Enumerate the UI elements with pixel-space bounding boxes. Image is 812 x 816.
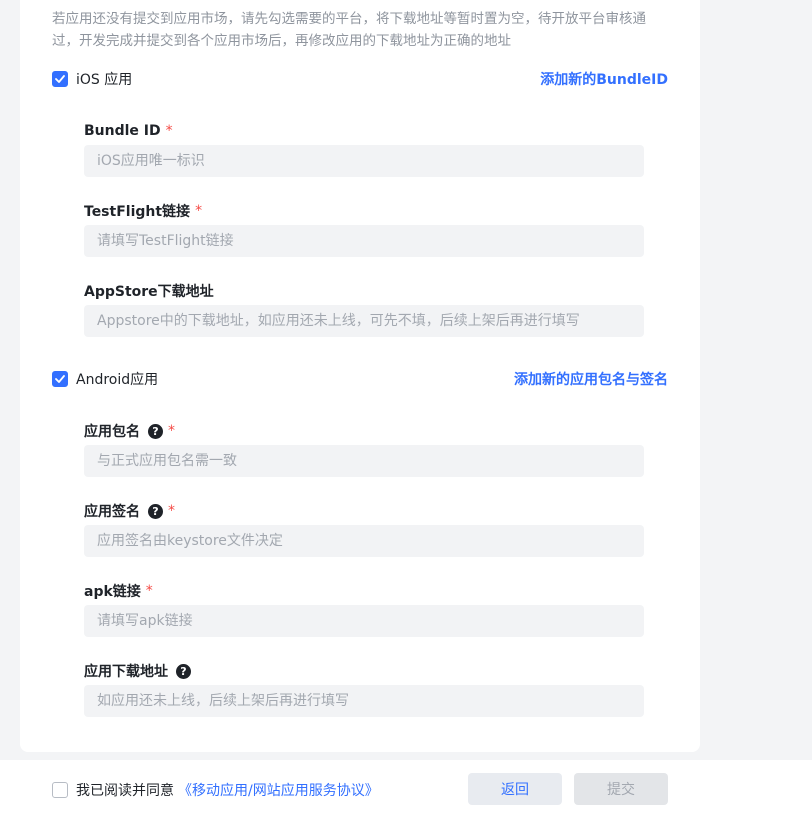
add-package-signature-link[interactable]: 添加新的应用包名与签名	[514, 369, 668, 389]
agreement-checkbox[interactable]	[52, 782, 68, 798]
appstore-url-label: AppStore下载地址	[84, 281, 214, 301]
android-download-url-label-text: 应用下载地址	[84, 664, 168, 680]
bundle-id-input[interactable]	[84, 145, 644, 177]
form-footer: 我已阅读并同意 《移动应用/网站应用服务协议》 返回 提交	[0, 760, 812, 816]
app-signature-label-text: 应用签名	[84, 504, 140, 520]
app-signature-label: 应用签名 ? *	[84, 501, 175, 521]
bundle-id-label: Bundle ID *	[84, 121, 173, 141]
required-mark: *	[145, 583, 153, 599]
check-icon	[55, 75, 65, 83]
service-agreement-link[interactable]: 《移动应用/网站应用服务协议》	[178, 780, 379, 800]
required-mark: *	[168, 423, 175, 439]
package-name-label-text: 应用包名	[84, 424, 140, 440]
add-bundle-id-link[interactable]: 添加新的BundleID	[540, 69, 668, 89]
question-circle-icon[interactable]: ?	[148, 423, 163, 439]
platform-hint: 若应用还没有提交到应用市场，请先勾选需要的平台，将下载地址等暂时置为空，待开放平…	[52, 11, 646, 49]
android-platform-row: Android应用 添加新的应用包名与签名	[52, 369, 668, 389]
appstore-url-label-text: AppStore下载地址	[84, 284, 214, 300]
android-checkbox[interactable]	[52, 371, 68, 387]
apk-link-label-text: apk链接	[84, 584, 141, 600]
question-circle-icon[interactable]: ?	[176, 663, 191, 679]
android-download-url-label: 应用下载地址 ?	[84, 661, 191, 681]
package-name-input[interactable]	[84, 445, 644, 477]
submit-button[interactable]: 提交	[574, 773, 668, 805]
app-signature-input[interactable]	[84, 525, 644, 557]
appstore-url-input[interactable]	[84, 305, 644, 337]
check-icon	[55, 375, 65, 383]
ios-platform-label: iOS 应用	[76, 72, 133, 88]
apk-link-input[interactable]	[84, 605, 644, 637]
bundle-id-label-text: Bundle ID	[84, 123, 161, 139]
required-mark: *	[165, 123, 173, 139]
android-download-url-input[interactable]	[84, 685, 644, 717]
required-mark: *	[168, 503, 175, 519]
android-platform-label: Android应用	[76, 372, 159, 388]
package-name-label: 应用包名 ? *	[84, 421, 175, 441]
testflight-label-text: TestFlight链接	[84, 204, 191, 220]
agreement-row: 我已阅读并同意 《移动应用/网站应用服务协议》	[52, 780, 379, 800]
question-circle-icon[interactable]: ?	[148, 503, 163, 519]
android-checkbox-wrap[interactable]: Android应用	[52, 369, 158, 389]
apk-link-label: apk链接 *	[84, 581, 153, 601]
ios-checkbox[interactable]	[52, 71, 68, 87]
testflight-label: TestFlight链接 *	[84, 201, 202, 221]
ios-checkbox-wrap[interactable]: iOS 应用	[52, 69, 132, 89]
agreement-text: 我已阅读并同意	[76, 783, 174, 799]
testflight-input[interactable]	[84, 225, 644, 257]
back-button[interactable]: 返回	[468, 773, 562, 805]
ios-platform-row: iOS 应用 添加新的BundleID	[52, 69, 668, 89]
required-mark: *	[195, 203, 203, 219]
